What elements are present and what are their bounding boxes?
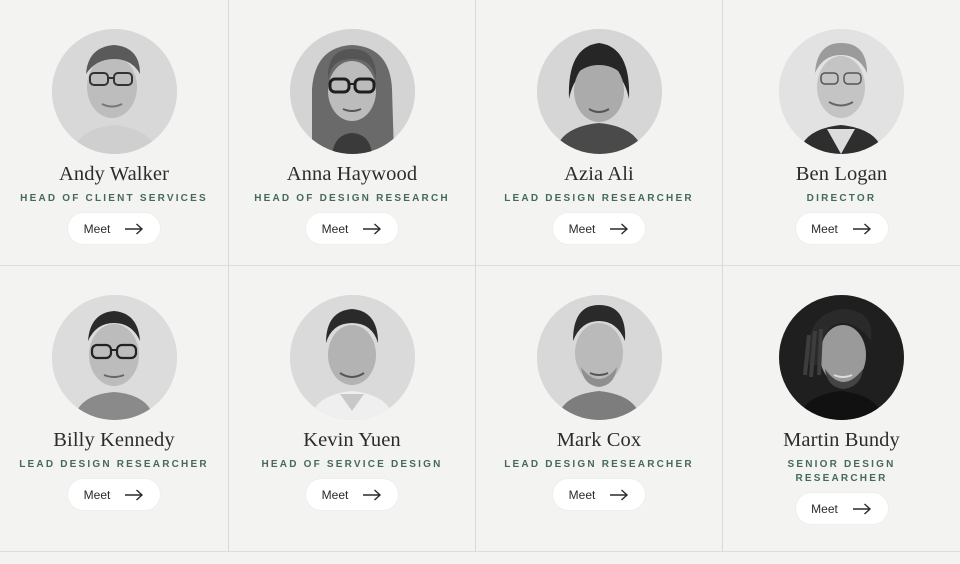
profile-photo <box>51 29 177 154</box>
person-name: Billy Kennedy <box>53 429 175 451</box>
person-name: Andy Walker <box>58 163 170 185</box>
person-role: SENIOR DESIGN RESEARCHER <box>787 459 896 484</box>
arrow-right-icon <box>852 222 871 235</box>
team-card: Andy Walker HEAD OF CLIENT SERVICES Meet <box>0 0 229 266</box>
meet-button[interactable]: Meet <box>68 479 160 510</box>
team-card: Billy Kennedy LEAD DESIGN RESEARCHER Mee… <box>0 266 229 552</box>
meet-button[interactable]: Meet <box>553 213 645 244</box>
team-card: Martin Bundy SENIOR DESIGN RESEARCHER Me… <box>723 266 960 552</box>
person-role: HEAD OF CLIENT SERVICES <box>20 193 208 204</box>
person-role: LEAD DESIGN RESEARCHER <box>504 459 694 470</box>
meet-button[interactable]: Meet <box>306 479 398 510</box>
meet-label: Meet <box>811 501 838 516</box>
person-role: DIRECTOR <box>806 193 877 204</box>
meet-label: Meet <box>83 487 111 502</box>
person-name: Azia Ali <box>564 163 634 185</box>
person-name: Anna Haywood <box>286 163 418 185</box>
person-name: Martin Bundy <box>783 429 900 451</box>
meet-button[interactable]: Meet <box>553 479 645 510</box>
meet-label: Meet <box>811 221 838 236</box>
meet-button[interactable]: Meet <box>306 213 398 244</box>
team-card: Anna Haywood HEAD OF DESIGN RESEARCH Mee… <box>229 0 476 266</box>
team-card: Azia Ali LEAD DESIGN RESEARCHER Meet <box>476 0 723 266</box>
arrow-right-icon <box>852 502 871 515</box>
person-role: HEAD OF DESIGN RESEARCH <box>254 193 450 204</box>
profile-photo <box>779 295 904 420</box>
person-role: HEAD OF SERVICE DESIGN <box>261 459 443 470</box>
arrow-right-icon <box>363 488 382 501</box>
profile-photo <box>779 29 904 154</box>
profile-photo <box>51 295 177 420</box>
meet-button[interactable]: Meet <box>795 213 888 244</box>
profile-photo <box>536 295 662 420</box>
person-name: Kevin Yuen <box>303 429 401 451</box>
arrow-right-icon <box>125 222 144 235</box>
team-grid: Andy Walker HEAD OF CLIENT SERVICES Meet… <box>0 0 960 552</box>
meet-label: Meet <box>568 221 596 236</box>
meet-button[interactable]: Meet <box>795 493 888 524</box>
meet-label: Meet <box>83 221 111 236</box>
team-card: Kevin Yuen HEAD OF SERVICE DESIGN Meet <box>229 266 476 552</box>
arrow-right-icon <box>610 488 629 501</box>
profile-photo <box>536 29 662 154</box>
team-card: Mark Cox LEAD DESIGN RESEARCHER Meet <box>476 266 723 552</box>
profile-photo <box>289 295 415 420</box>
meet-label: Meet <box>568 487 596 502</box>
meet-label: Meet <box>321 221 349 236</box>
person-role: LEAD DESIGN RESEARCHER <box>19 459 209 470</box>
person-name: Mark Cox <box>556 429 642 451</box>
profile-photo <box>289 29 415 154</box>
meet-label: Meet <box>321 487 349 502</box>
arrow-right-icon <box>363 222 382 235</box>
person-name: Ben Logan <box>795 163 888 185</box>
arrow-right-icon <box>125 488 144 501</box>
person-role: LEAD DESIGN RESEARCHER <box>504 193 694 204</box>
team-card: Ben Logan DIRECTOR Meet <box>723 0 960 266</box>
meet-button[interactable]: Meet <box>68 213 160 244</box>
arrow-right-icon <box>610 222 629 235</box>
